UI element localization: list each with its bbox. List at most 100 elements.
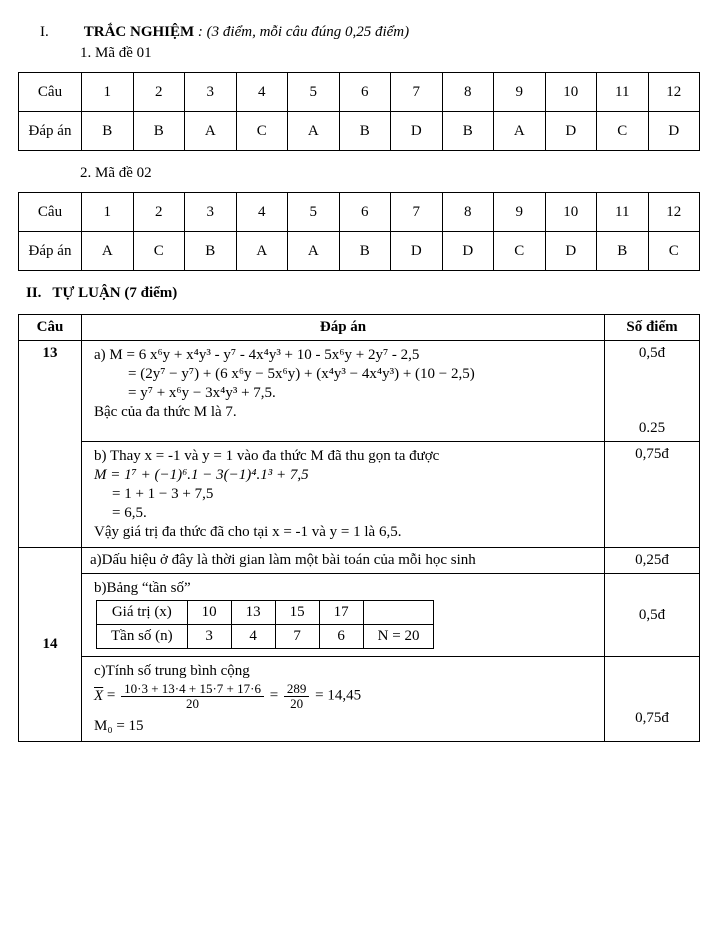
section-2-roman: II. (26, 285, 41, 301)
q13b-line5: Vậy giá trị đa thức đã cho tại x = -1 và… (94, 524, 596, 541)
cell: 12 (648, 73, 700, 112)
fraction-1: 10·3 + 13·4 + 15·7 + 17·6 20 (119, 682, 266, 710)
cell: C (648, 232, 700, 271)
cell: 5 (288, 73, 340, 112)
q13b-line4: = 6,5. (94, 505, 596, 522)
q14c-line3: M₀ = 15 (94, 718, 596, 735)
section-1-note: : (3 điểm, mỗi câu đúng 0,25 điểm) (198, 24, 409, 40)
frequency-table: Giá trị (x) 10 13 15 17 Tần số (n) 3 4 7… (96, 600, 434, 649)
cell: 4 (231, 625, 275, 649)
q13b-content: b) Thay x = -1 và y = 1 vào đa thức M đã… (82, 442, 605, 548)
made-01-label: 1. Mã đề 01 (80, 45, 700, 62)
cell: 9 (494, 73, 546, 112)
cell: C (133, 232, 185, 271)
row-header-dapan: Đáp án (19, 112, 82, 151)
q13b-line3: = 1 + 1 − 3 + 7,5 (94, 486, 596, 503)
q13b-line1: b) Thay x = -1 và y = 1 vào đa thức M đã… (94, 448, 596, 465)
q14a-points: 0,25đ (605, 548, 700, 574)
cell: A (288, 112, 340, 151)
cell: 6 (339, 193, 391, 232)
cell: 9 (494, 193, 546, 232)
cell: 15 (275, 601, 319, 625)
cell: B (597, 232, 649, 271)
cell (363, 601, 434, 625)
cell: 11 (597, 73, 649, 112)
q13a-points: 0,5đ 0.25 (605, 341, 700, 442)
answer-table-2: Câu 1 2 3 4 5 6 7 8 9 10 11 12 Đáp án A … (18, 192, 700, 271)
cell: D (545, 232, 597, 271)
col-header-cau: Câu (19, 73, 82, 112)
q14c-formula: X = 10·3 + 13·4 + 15·7 + 17·6 20 = 289 2… (94, 682, 596, 710)
q14b-points: 0,5đ (605, 574, 700, 657)
fraction-2: 289 20 (282, 682, 312, 710)
cell: 8 (442, 193, 494, 232)
frac2-den: 20 (284, 697, 310, 711)
cell: D (391, 112, 443, 151)
cell: C (494, 232, 546, 271)
solution-table: Câu Đáp án Số điểm 13 a) M = 6 x⁶y + x⁴y… (18, 314, 700, 742)
section-1-roman: I. (40, 24, 80, 41)
q13a-pt: 0,5đ (613, 345, 691, 362)
q13a-line1: a) M = 6 x⁶y + x⁴y³ - y⁷ - 4x⁴y³ + 10 - … (94, 347, 596, 364)
q14c-content: c)Tính số trung bình cộng X = 10·3 + 13·… (82, 657, 605, 742)
answer-table-1: Câu 1 2 3 4 5 6 7 8 9 10 11 12 Đáp án B … (18, 72, 700, 151)
cell: 8 (442, 73, 494, 112)
cell: B (82, 112, 134, 151)
section-2-header: II. TỰ LUẬN (7 điểm) (26, 285, 700, 302)
cell: A (185, 112, 237, 151)
q14b-line1: b)Bảng “tần số” (94, 580, 596, 597)
cell: 10 (545, 73, 597, 112)
section-1-header: I. TRẮC NGHIỆM : (3 điểm, mỗi câu đúng 0… (40, 24, 700, 41)
sol-header-diem: Số điểm (605, 315, 700, 341)
cell: 10 (545, 193, 597, 232)
q13a-line2: = (2y⁷ − y⁷) + (6 x⁶y − 5x⁶y) + (x⁴y³ − … (94, 366, 596, 383)
cell: 17 (319, 601, 363, 625)
cell: 13 (231, 601, 275, 625)
row-header-dapan: Đáp án (19, 232, 82, 271)
q13a-line3: = y⁷ + x⁶y − 3x⁴y³ + 7,5. (94, 385, 596, 402)
cell: D (545, 112, 597, 151)
cell: 5 (288, 193, 340, 232)
cell: 3 (185, 73, 237, 112)
col-header-cau: Câu (19, 193, 82, 232)
cell: 6 (339, 73, 391, 112)
q13a-pt2: 0.25 (613, 420, 691, 437)
frac1-den: 20 (121, 697, 264, 711)
made-02-label: 2. Mã đề 02 (80, 165, 700, 182)
q13a-content: a) M = 6 x⁶y + x⁴y³ - y⁷ - 4x⁴y³ + 10 - … (82, 341, 605, 442)
xbar-icon: X (94, 689, 103, 704)
cell: D (648, 112, 700, 151)
cell: N = 20 (363, 625, 434, 649)
q13b-points: 0,75đ (605, 442, 700, 548)
freq-header-x: Giá trị (x) (97, 601, 188, 625)
section-1-title: TRẮC NGHIỆM (84, 24, 194, 40)
sol-header-dapan: Đáp án (82, 315, 605, 341)
cell: 4 (236, 73, 288, 112)
cell: D (391, 232, 443, 271)
q14c-result: = 14,45 (315, 688, 361, 704)
frac2-num: 289 (284, 682, 310, 697)
q13b-line2: M = 1⁷ + (−1)⁶.1 − 3(−1)⁴.1³ + 7,5 (94, 467, 596, 484)
q14b-content: b)Bảng “tần số” Giá trị (x) 10 13 15 17 … (82, 574, 605, 657)
cell: 4 (236, 193, 288, 232)
q14c-line1: c)Tính số trung bình cộng (94, 663, 596, 680)
cell: 3 (185, 193, 237, 232)
cell: 2 (133, 73, 185, 112)
cell: 3 (187, 625, 231, 649)
cell: B (133, 112, 185, 151)
q14-number: 14 (19, 548, 82, 742)
cell: 6 (319, 625, 363, 649)
cell: B (185, 232, 237, 271)
cell: 11 (597, 193, 649, 232)
freq-header-n: Tần số (n) (97, 625, 188, 649)
frac1-num: 10·3 + 13·4 + 15·7 + 17·6 (121, 682, 264, 697)
q14c-points: 0,75đ (605, 657, 700, 742)
cell: A (236, 232, 288, 271)
q13a-line4: Bậc của đa thức M là 7. (94, 404, 596, 421)
cell: 1 (82, 73, 134, 112)
cell: 12 (648, 193, 700, 232)
cell: 1 (82, 193, 134, 232)
cell: 7 (275, 625, 319, 649)
cell: B (339, 112, 391, 151)
q13-number: 13 (19, 341, 82, 548)
